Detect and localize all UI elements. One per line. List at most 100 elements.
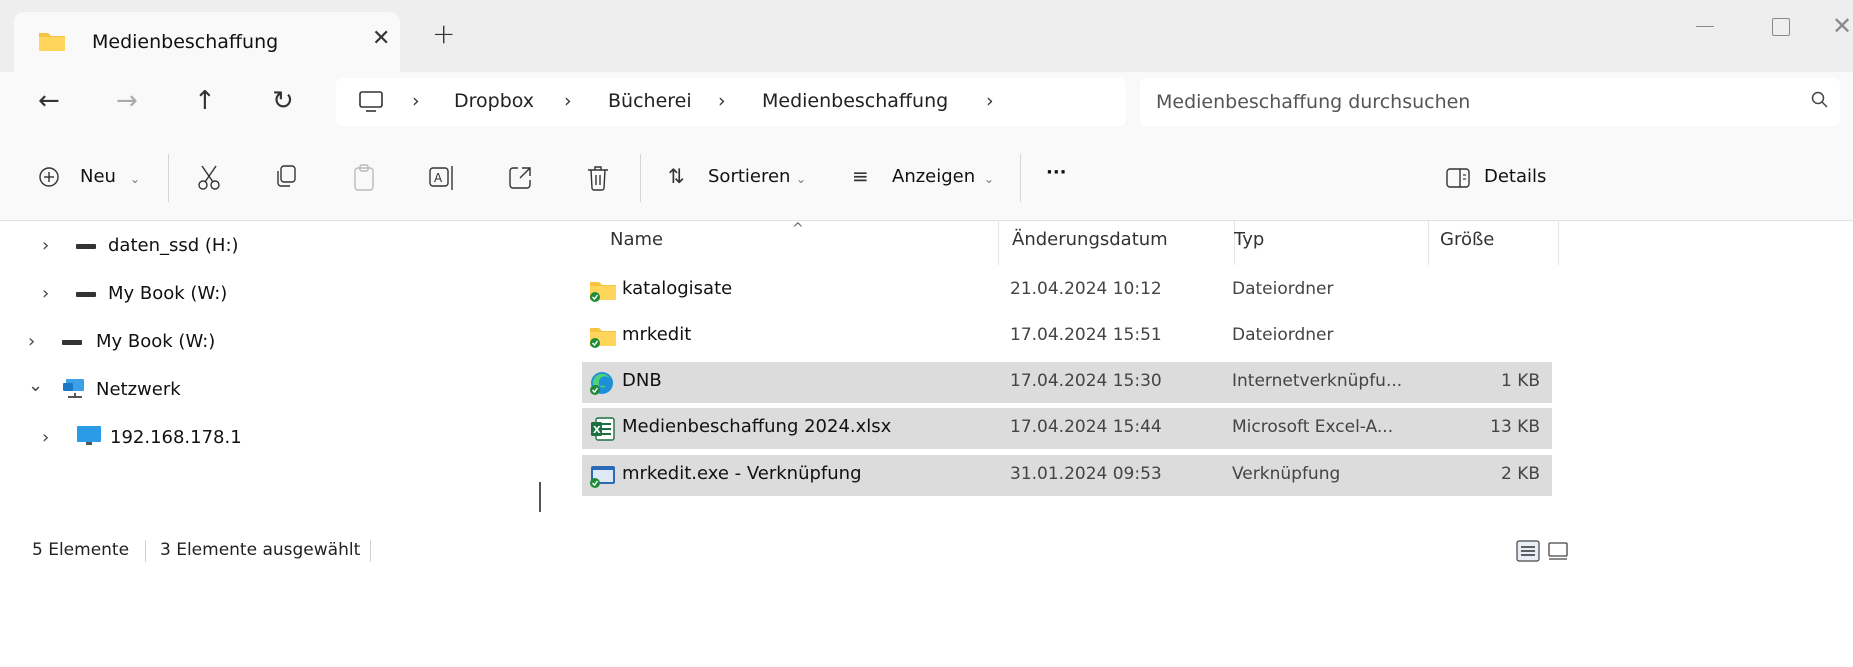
tab-close-icon[interactable]: ✕ xyxy=(372,26,390,51)
breadcrumb-buecherei[interactable]: Bücherei xyxy=(608,90,692,112)
share-icon[interactable] xyxy=(508,164,534,192)
column-date-header[interactable]: Änderungsdatum xyxy=(1012,229,1168,250)
search-box[interactable]: Medienbeschaffung durchsuchen xyxy=(1140,78,1840,126)
folder-icon xyxy=(38,29,66,58)
nav-item-my-book-w[interactable]: › My Book (W:) xyxy=(0,317,528,365)
column-divider[interactable] xyxy=(1558,221,1559,265)
rename-icon[interactable]: A xyxy=(428,164,456,192)
file-date: 31.01.2024 09:53 xyxy=(1010,464,1162,484)
file-date: 17.04.2024 15:30 xyxy=(1010,371,1162,391)
drive-icon xyxy=(76,244,96,249)
column-name-header[interactable]: Name xyxy=(610,229,663,250)
nav-item-label: 192.168.178.1 xyxy=(110,427,242,448)
file-name: mrkedit.exe - Verknüpfung xyxy=(622,463,862,484)
file-type: Microsoft Excel-A... xyxy=(1232,417,1394,437)
chevron-right-icon[interactable]: › xyxy=(28,331,35,352)
column-divider[interactable] xyxy=(1428,221,1429,265)
drive-icon xyxy=(76,292,96,297)
nav-scrollbar-thumb[interactable] xyxy=(539,482,541,512)
file-row-mrkedit-shortcut[interactable]: mrkedit.exe - Verknüpfung 31.01.2024 09:… xyxy=(582,455,1552,496)
computer-monitor-icon xyxy=(76,425,102,452)
file-name: DNB xyxy=(622,370,662,391)
toolbar-divider xyxy=(640,154,641,202)
svg-text:X: X xyxy=(593,425,601,436)
forward-button[interactable]: → xyxy=(116,86,138,116)
minimize-button[interactable] xyxy=(1688,14,1722,38)
computer-icon[interactable] xyxy=(358,90,384,119)
delete-icon[interactable] xyxy=(586,164,610,192)
breadcrumb-dropbox[interactable]: Dropbox xyxy=(454,90,534,112)
status-divider xyxy=(370,540,371,562)
cut-icon[interactable] xyxy=(196,164,222,192)
toolbar-divider xyxy=(1020,154,1021,202)
address-row: ← → ↑ ↻ › Dropbox › Bücherei › Medienbes… xyxy=(0,72,1853,132)
breadcrumb-separator[interactable]: › xyxy=(986,90,994,112)
refresh-button[interactable]: ↻ xyxy=(272,86,294,116)
file-date: 17.04.2024 15:44 xyxy=(1010,417,1162,437)
details-view-icon[interactable] xyxy=(1516,540,1540,567)
navigation-pane: › daten_ssd (H:) › My Book (W:) › My Boo… xyxy=(0,221,540,641)
status-bar: 5 Elemente 3 Elemente ausgewählt xyxy=(0,540,1853,567)
file-row-katalogisate[interactable]: katalogisate 21.04.2024 10:12 Dateiordne… xyxy=(582,270,1552,311)
tab-title: Medienbeschaffung xyxy=(92,31,279,53)
nav-item-netzwerk[interactable]: ⌄ Netzwerk xyxy=(0,365,528,413)
nav-item-daten-ssd[interactable]: › daten_ssd (H:) xyxy=(0,221,528,269)
copy-icon[interactable] xyxy=(274,164,298,192)
new-tab-button[interactable]: + xyxy=(432,17,455,50)
breadcrumb-separator[interactable]: › xyxy=(564,90,572,112)
details-pane-icon xyxy=(1446,168,1470,188)
file-date: 21.04.2024 10:12 xyxy=(1010,279,1162,299)
file-size: 13 KB xyxy=(1490,417,1540,437)
file-row-mrkedit[interactable]: mrkedit 17.04.2024 15:51 Dateiordner xyxy=(582,316,1552,357)
view-label: Anzeigen xyxy=(892,166,976,187)
search-icon[interactable] xyxy=(1810,90,1830,115)
chevron-right-icon[interactable]: › xyxy=(42,235,49,256)
column-header-row: Name Änderungsdatum Typ Größe xyxy=(582,221,1853,267)
file-size: 1 KB xyxy=(1500,371,1540,391)
chevron-right-icon[interactable]: › xyxy=(42,427,49,448)
file-type: Internetverknüpfu... xyxy=(1232,371,1403,391)
chevron-down-icon: ⌄ xyxy=(130,172,141,186)
title-bar: Medienbeschaffung ✕ + ✕ xyxy=(0,0,1853,74)
excel-file-icon: X xyxy=(588,416,618,447)
search-input[interactable]: Medienbeschaffung durchsuchen xyxy=(1156,91,1470,113)
column-divider[interactable] xyxy=(998,221,999,265)
file-row-dnb[interactable]: DNB 17.04.2024 15:30 Internetverknüpfu..… xyxy=(582,362,1552,403)
breadcrumb-medienbeschaffung[interactable]: Medienbeschaffung xyxy=(762,90,948,112)
more-options-button[interactable]: ··· xyxy=(1046,162,1067,190)
nav-item-label: Netzwerk xyxy=(96,379,181,400)
tab-medienbeschaffung[interactable]: Medienbeschaffung ✕ xyxy=(14,12,400,74)
back-button[interactable]: ← xyxy=(38,86,60,116)
file-size: 2 KB xyxy=(1500,464,1540,484)
breadcrumb-separator[interactable]: › xyxy=(718,90,726,112)
paste-icon[interactable] xyxy=(352,164,376,192)
address-bar[interactable]: › Dropbox › Bücherei › Medienbeschaffung… xyxy=(336,78,1126,126)
shortcut-icon xyxy=(588,463,618,494)
maximize-button[interactable] xyxy=(1772,18,1790,36)
chevron-down-icon[interactable]: ⌄ xyxy=(28,375,43,396)
item-count: 5 Elemente xyxy=(32,540,130,560)
chevron-right-icon[interactable]: › xyxy=(42,283,49,304)
chevron-down-icon: ⌄ xyxy=(984,172,995,186)
nav-item-label: My Book (W:) xyxy=(108,283,228,304)
file-name: Medienbeschaffung 2024.xlsx xyxy=(622,416,892,437)
up-button[interactable]: ↑ xyxy=(194,86,216,116)
sort-caret-icon: ^ xyxy=(792,221,804,237)
drive-icon xyxy=(62,340,82,345)
nav-item-my-book-w[interactable]: › My Book (W:) xyxy=(0,269,528,317)
sort-label: Sortieren xyxy=(708,166,791,187)
folder-sync-icon xyxy=(588,324,618,355)
breadcrumb-separator[interactable]: › xyxy=(412,90,420,112)
sort-arrows-icon: ⇅ xyxy=(668,164,685,188)
selection-count: 3 Elemente ausgewählt xyxy=(160,540,361,560)
tiles-view-icon[interactable] xyxy=(1546,540,1570,567)
file-type: Verknüpfung xyxy=(1232,464,1341,484)
window-close-button[interactable]: ✕ xyxy=(1832,12,1852,40)
column-type-header[interactable]: Typ xyxy=(1234,229,1264,250)
new-label: Neu xyxy=(80,166,116,187)
nav-item-label: My Book (W:) xyxy=(96,331,216,352)
command-bar: Neu ⌄ A ⇅ Sortieren ⌄ ≡ Anzeigen ⌄ ··· D… xyxy=(0,132,1853,221)
file-row-medienbeschaffung-xlsx[interactable]: X Medienbeschaffung 2024.xlsx 17.04.2024… xyxy=(582,408,1552,449)
nav-item-192-168-178-1[interactable]: › 192.168.178.1 xyxy=(0,413,528,461)
column-size-header[interactable]: Größe xyxy=(1440,229,1494,250)
